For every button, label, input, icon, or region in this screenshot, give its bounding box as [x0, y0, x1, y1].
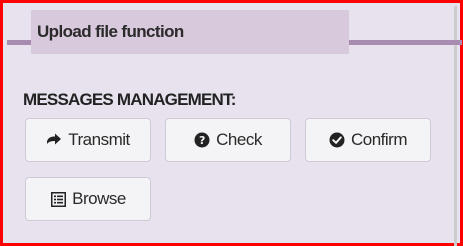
transmit-button-label: Transmit — [68, 130, 130, 149]
check-button-label: Check — [216, 130, 262, 149]
list-icon — [50, 191, 66, 207]
confirm-button-label: Confirm — [350, 130, 408, 149]
browse-button[interactable]: Browse — [25, 177, 151, 221]
section-label: MESSAGES MANAGEMENT: — [23, 90, 236, 109]
transmit-button[interactable]: Transmit — [25, 118, 151, 162]
check-button[interactable]: ? Check — [165, 118, 291, 162]
check-circle-icon — [329, 132, 345, 148]
browse-button-label: Browse — [72, 189, 126, 208]
question-circle-icon: ? — [194, 132, 210, 148]
panel-title: Upload file function — [37, 22, 184, 41]
confirm-button[interactable]: Confirm — [305, 118, 431, 162]
svg-text:?: ? — [199, 134, 205, 147]
arrow-right-icon — [46, 132, 62, 148]
panel-title-tab: Upload file function — [31, 10, 349, 54]
